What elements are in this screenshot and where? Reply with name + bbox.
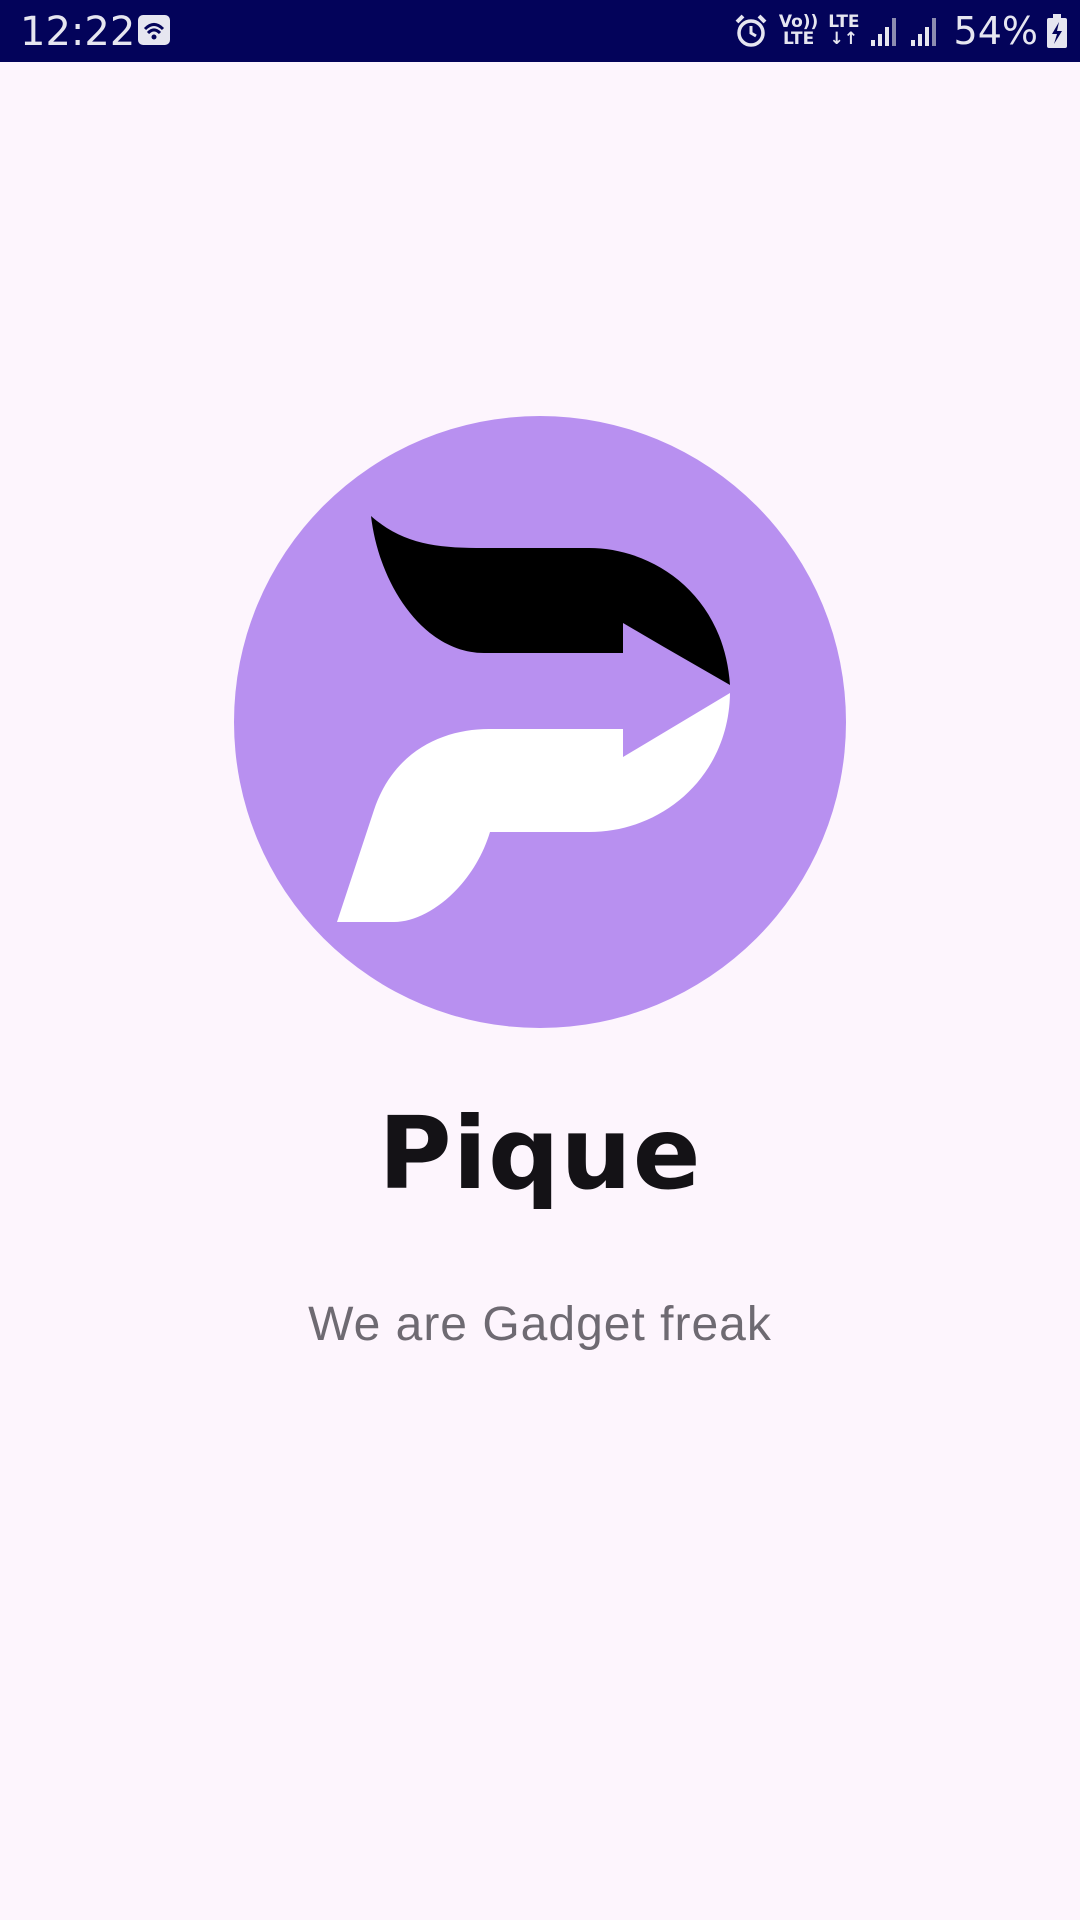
- signal-icon: [910, 18, 936, 46]
- volte-bottom-label: LTE: [782, 29, 815, 49]
- lte-data-icon: LTE ↓↑: [828, 14, 859, 48]
- logo-circle: [234, 416, 846, 1028]
- app-tagline: We are Gadget freak: [308, 1298, 772, 1351]
- splash-screen: 12:22 Vo)) LTE LTE ↓↑ 54% Pique We are G…: [0, 0, 1080, 1920]
- status-time: 12:22: [20, 9, 136, 55]
- volte-icon: Vo)) LTE: [779, 14, 818, 48]
- lte-arrows-label: ↓↑: [829, 29, 859, 49]
- app-title: Pique: [378, 1095, 702, 1212]
- battery-percent: 54%: [953, 9, 1038, 53]
- signal-icon: [870, 18, 896, 46]
- gallery-notification-icon: [138, 15, 170, 45]
- pique-logo-icon: [234, 416, 846, 1028]
- battery-charging-icon: [1047, 14, 1067, 48]
- alarm-icon: [735, 14, 767, 47]
- status-icons: Vo)) LTE LTE ↓↑ 54%: [723, 0, 1068, 62]
- status-bar: 12:22 Vo)) LTE LTE ↓↑ 54%: [0, 0, 1080, 62]
